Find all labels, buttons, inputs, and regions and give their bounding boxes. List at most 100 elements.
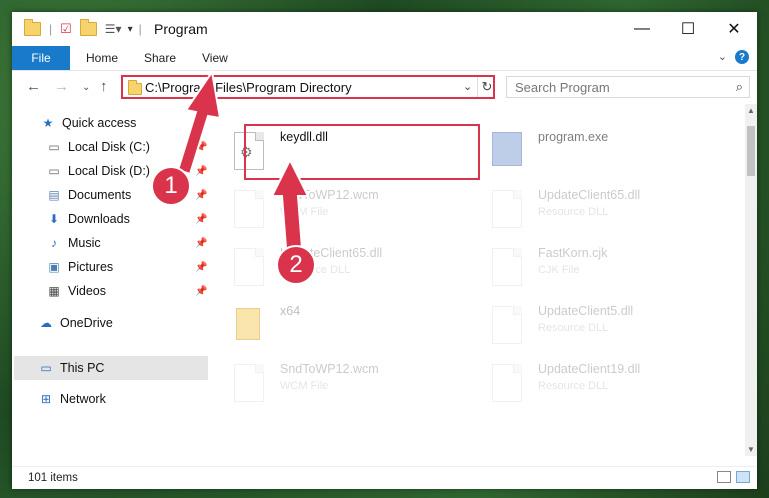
up-icon[interactable]: ↑ [100, 78, 108, 95]
pin-icon[interactable]: 📌 [195, 190, 207, 201]
sidebar-item-label: Videos [68, 284, 106, 298]
file-type: CJK File [538, 264, 580, 276]
folder-icon[interactable] [24, 19, 41, 36]
sidebar-item-label: Local Disk (C:) [68, 140, 150, 154]
large-icons-view-icon[interactable] [736, 471, 750, 483]
drive-icon: ▭ [48, 140, 60, 154]
computer-icon: ▭ [40, 361, 52, 375]
star-icon: ★ [42, 116, 54, 130]
back-icon[interactable]: ← [26, 78, 41, 95]
details-view-icon[interactable] [717, 471, 731, 483]
refresh-icon[interactable]: ↻ [477, 77, 496, 97]
minimize-button[interactable]: — [619, 12, 665, 46]
file-item[interactable]: SndToWP12.wcm WCM File [222, 182, 462, 234]
title-divider: | [138, 22, 142, 36]
pin-icon[interactable]: 📌 [195, 286, 207, 297]
sidebar-item-music[interactable]: ♪ Music [46, 232, 101, 254]
file-type: Resource DLL [538, 206, 609, 218]
tab-home[interactable]: Home [86, 46, 118, 70]
sidebar-item-documents[interactable]: ▤ Documents [46, 184, 131, 206]
quick-access-toolbar: | ☑ ☰▾ ▾ | [24, 19, 142, 37]
sidebar-item-label: Quick access [62, 116, 137, 130]
search-input[interactable]: Search Program [515, 80, 610, 95]
step-badge-1: 1 [151, 166, 191, 206]
sidebar-item-onedrive[interactable]: ☁ OneDrive [38, 312, 113, 334]
properties-icon[interactable]: ☑ [60, 21, 72, 37]
pin-icon[interactable]: 📌 [195, 214, 207, 225]
sidebar-item-videos[interactable]: ▦ Videos [46, 280, 106, 302]
tab-share[interactable]: Share [144, 46, 176, 70]
file-type: WCM File [280, 206, 329, 218]
item-count: 101 items [28, 472, 78, 484]
help-icon[interactable]: ? [735, 50, 749, 64]
dll-file-icon [492, 190, 522, 228]
network-icon: ⊞ [40, 392, 52, 406]
dll-file-icon [492, 306, 522, 344]
new-folder-icon[interactable] [79, 19, 97, 36]
scroll-up-icon[interactable]: ▲ [747, 106, 755, 115]
pin-icon[interactable]: 📌 [195, 238, 207, 249]
folder-item-x64[interactable]: x64 [222, 298, 462, 350]
customize-toolbar-icon[interactable]: ▾ [128, 24, 133, 35]
file-item[interactable]: UpdateClient65.dll Resource DLL [480, 182, 720, 234]
sidebar-item-label: Downloads [68, 212, 130, 226]
sidebar-item-label: Music [68, 236, 101, 250]
expand-ribbon-icon[interactable]: ⌄ [718, 50, 727, 63]
tab-file[interactable]: File [12, 46, 70, 70]
music-icon: ♪ [51, 236, 57, 250]
sidebar-item-label: This PC [60, 361, 105, 375]
maximize-button[interactable]: ☐ [665, 12, 711, 46]
sidebar-item-label: OneDrive [60, 316, 113, 330]
window-title: Program [154, 21, 208, 37]
scroll-thumb[interactable] [747, 126, 755, 176]
file-item-program-exe[interactable]: program.exe [480, 124, 720, 176]
file-item[interactable]: UpdateClient5.dll Resource DLL [480, 298, 720, 350]
sidebar-item-pictures[interactable]: ▣ Pictures [46, 256, 113, 278]
file-item[interactable]: SndToWP12.wcm WCM File [222, 356, 462, 408]
file-name: FastKorn.cjk [538, 246, 608, 260]
sidebar-item-network[interactable]: ⊞ Network [38, 388, 106, 410]
folder-icon [128, 80, 142, 95]
file-name: UpdateClient19.dll [538, 362, 641, 376]
sidebar-item-downloads[interactable]: ⬇ Downloads [46, 208, 130, 230]
file-name: x64 [280, 304, 301, 318]
file-icon [234, 190, 264, 228]
cloud-icon: ☁ [40, 316, 52, 330]
navigation-pane: ★ Quick access ▭ Local Disk (C:) 📌 ▭ Loc… [12, 104, 212, 456]
file-item[interactable]: UpdateClient19.dll Resource DLL [480, 356, 720, 408]
file-item[interactable]: UpdateClient65.dll Resource DLL [222, 240, 462, 292]
drive-icon: ▭ [48, 164, 60, 178]
pin-icon[interactable]: 📌 [195, 142, 207, 153]
tab-view[interactable]: View [202, 46, 228, 70]
search-icon[interactable]: ⌕ [736, 79, 743, 95]
vertical-scrollbar[interactable]: ▲ ▼ [745, 104, 757, 456]
address-dropdown-icon[interactable]: ⌄ [463, 80, 472, 93]
sidebar-item-quick-access[interactable]: ★ Quick access [40, 112, 137, 134]
explorer-window: | ☑ ☰▾ ▾ | Program — ☐ ✕ File Home Share… [12, 12, 757, 489]
folder-icon [236, 308, 260, 340]
pin-icon[interactable]: 📌 [195, 166, 207, 177]
videos-icon: ▦ [48, 284, 60, 298]
address-path[interactable]: C:\Program Files\Program Directory [145, 80, 352, 95]
sidebar-item-this-pc[interactable]: ▭ This PC [38, 357, 104, 379]
sidebar-item-local-disk-d[interactable]: ▭ Local Disk (D:) [46, 160, 150, 182]
file-name: UpdateClient65.dll [538, 188, 641, 202]
search-box[interactable]: Search Program ⌕ [506, 76, 750, 98]
file-item[interactable]: FastKorn.cjk CJK File [480, 240, 720, 292]
file-icon [234, 364, 264, 402]
file-type: WCM File [280, 380, 329, 392]
pictures-icon: ▣ [48, 260, 60, 274]
status-bar: 101 items [12, 466, 757, 489]
sidebar-item-label: Local Disk (D:) [68, 164, 150, 178]
forward-icon[interactable]: → [54, 78, 69, 95]
address-bar[interactable]: C:\Program Files\Program Directory ⌄ ↻ [121, 75, 495, 99]
file-name: SndToWP12.wcm [280, 188, 379, 202]
scroll-down-icon[interactable]: ▼ [747, 445, 755, 454]
undo-icon[interactable]: ☰▾ [105, 22, 122, 36]
close-button[interactable]: ✕ [711, 12, 757, 46]
recent-locations-icon[interactable]: ⌄ [82, 82, 90, 93]
file-name: SndToWP12.wcm [280, 362, 379, 376]
sidebar-item-local-disk-c[interactable]: ▭ Local Disk (C:) [46, 136, 150, 158]
pin-icon[interactable]: 📌 [195, 262, 207, 273]
downloads-icon: ⬇ [48, 212, 60, 226]
